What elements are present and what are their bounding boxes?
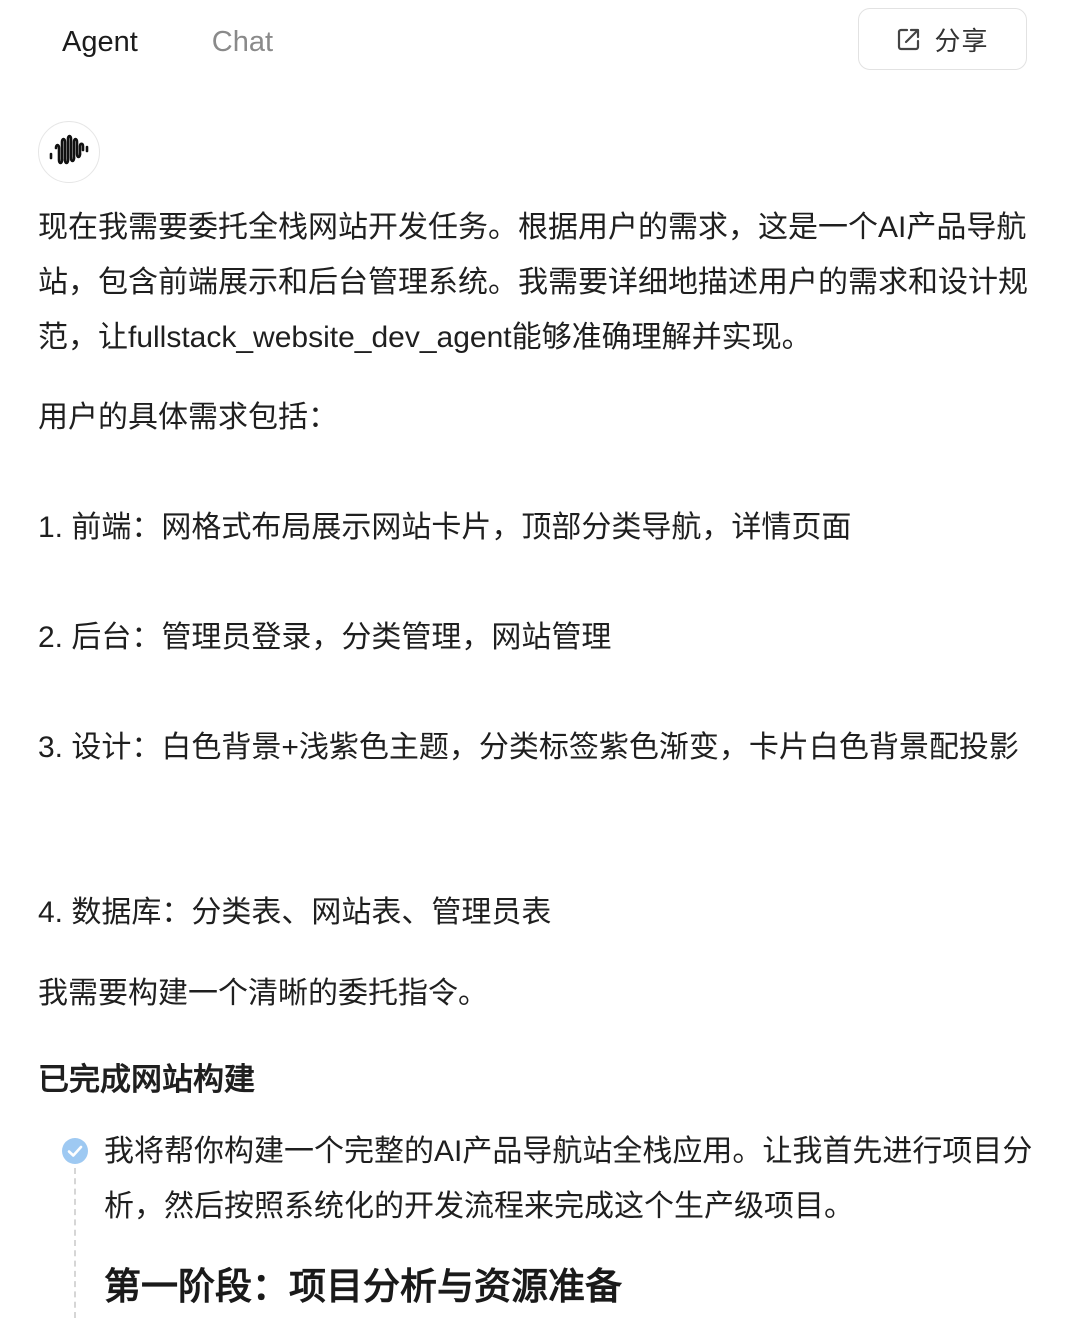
list-item: 4. 数据库：分类表、网站表、管理员表	[38, 896, 552, 929]
share-button[interactable]: 分享	[858, 8, 1027, 70]
agent-chat-page: Agent Chat 分享 现在我需要委托全栈网站开发任务。根据用户的需求，这是…	[0, 0, 1079, 1318]
share-icon	[896, 26, 922, 52]
message-paragraph: 现在我需要委托全栈网站开发任务。根据用户的需求，这是一个AI产品导航站，包含前端…	[38, 211, 1028, 354]
list-item: 2. 后台：管理员登录，分类管理，网站管理	[38, 621, 612, 654]
list-item: 3. 设计：白色背景+浅紫色主题，分类标签紫色渐变，卡片白色背景配投影	[38, 731, 1019, 764]
mode-tabs: Agent Chat	[62, 20, 273, 64]
section-title: 已完成网站构建	[38, 1062, 255, 1097]
message-paragraph: 我需要构建一个清晰的委托指令。	[38, 977, 488, 1010]
share-label: 分享	[934, 25, 989, 56]
list-item: 1. 前端：网格式布局展示网站卡片，顶部分类导航，详情页面	[38, 511, 852, 544]
tab-chat[interactable]: Chat	[212, 22, 273, 62]
step-description: 我将帮你构建一个完整的AI产品导航站全栈应用。让我首先进行项目分析，然后按照系统…	[104, 1135, 1033, 1223]
soundwave-logo-icon	[47, 130, 91, 175]
message-paragraph: 用户的具体需求包括：	[38, 401, 338, 434]
agent-avatar	[38, 121, 100, 183]
check-circle-icon	[61, 1137, 89, 1165]
phase-title: 第一阶段：项目分析与资源准备	[104, 1266, 622, 1307]
tab-agent[interactable]: Agent	[62, 22, 138, 62]
timeline-line	[74, 1168, 76, 1318]
